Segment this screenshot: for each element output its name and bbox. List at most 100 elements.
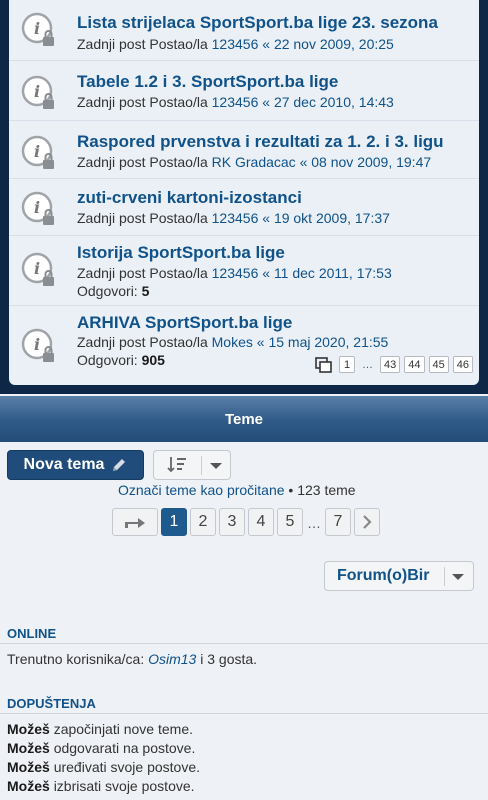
new-topic-button[interactable]: Nova tema xyxy=(7,450,144,480)
topic-last-post: Zadnji post Postao/la RK Gradacac « 08 n… xyxy=(77,154,431,170)
topic-page-44[interactable]: 44 xyxy=(404,356,425,373)
topic-title[interactable]: Istorija SportSport.ba lige xyxy=(77,243,285,263)
section-title: Teme xyxy=(224,410,264,428)
last-post-separator: « xyxy=(262,210,271,226)
last-post-author[interactable]: RK Gradacac xyxy=(212,154,296,170)
topic-page-46[interactable]: 46 xyxy=(452,356,473,373)
page-7[interactable]: 7 xyxy=(325,508,351,536)
last-post-date[interactable]: 11 dec 2011, 17:53 xyxy=(274,265,392,281)
last-post-date[interactable]: 19 okt 2009, 17:37 xyxy=(274,210,390,226)
topic-row: i Raspored prvenstva i rezultati za 1. 2… xyxy=(9,120,479,183)
last-post-date[interactable]: 22 nov 2009, 20:25 xyxy=(274,36,394,52)
last-post-author[interactable]: 123456 xyxy=(212,36,259,52)
online-prefix: Trenutno korisnika/ca: xyxy=(7,651,145,667)
last-post-label: Zadnji post Postao/la xyxy=(77,265,208,281)
topic-last-post: Zadnji post Postao/la 123456 « 11 dec 20… xyxy=(77,265,392,281)
chevron-down-icon xyxy=(452,574,464,580)
mark-topics-read-link[interactable]: Označi teme kao pročitane xyxy=(118,482,285,498)
topic-last-post: Zadnji post Postao/la Mokes « 15 maj 202… xyxy=(77,334,388,350)
permission-verb: Možeš xyxy=(7,721,50,737)
online-heading: ONLINE xyxy=(7,626,57,641)
online-user-link[interactable]: Osim13 xyxy=(148,651,196,667)
last-post-separator: « xyxy=(262,94,271,110)
next-page-button[interactable] xyxy=(354,508,380,536)
topic-title[interactable]: zuti-crveni kartoni-izostanci xyxy=(77,188,302,208)
jump-to-page-button[interactable] xyxy=(112,508,158,536)
forum-jump-divider xyxy=(444,567,445,586)
topic-row: i Tabele 1.2 i 3. SportSport.ba lige Zad… xyxy=(9,60,479,123)
pagination-ellipsis: … xyxy=(307,515,321,531)
sort-icon xyxy=(167,457,186,473)
sort-options-button[interactable] xyxy=(153,450,231,480)
page-4[interactable]: 4 xyxy=(248,508,274,536)
topic-locked-icon: i xyxy=(21,252,54,286)
svg-text:i: i xyxy=(34,142,40,161)
last-post-date[interactable]: 27 dec 2010, 14:43 xyxy=(274,94,394,110)
sort-divider xyxy=(201,456,202,475)
permissions-heading: DOPUŠTENJA xyxy=(7,696,96,711)
last-post-separator: « xyxy=(256,334,265,350)
svg-text:i: i xyxy=(34,259,40,278)
last-post-label: Zadnji post Postao/la xyxy=(77,154,208,170)
topic-title[interactable]: Lista strijelaca SportSport.ba lige 23. … xyxy=(77,13,438,33)
topic-list: i Lista strijelaca SportSport.ba lige 23… xyxy=(9,0,479,385)
last-post-author[interactable]: 123456 xyxy=(212,94,259,110)
permission-text: izbrisati svoje postove. xyxy=(53,778,195,794)
topic-page-1[interactable]: 1 xyxy=(339,356,355,373)
page-3[interactable]: 3 xyxy=(219,508,245,536)
chevron-right-icon xyxy=(363,515,372,529)
online-users: Trenutno korisnika/ca: Osim13 i 3 gosta. xyxy=(7,651,257,667)
topic-page-43[interactable]: 43 xyxy=(380,356,401,373)
permission-text: započinjati nove teme. xyxy=(53,721,193,737)
topic-row: i Lista strijelaca SportSport.ba lige 23… xyxy=(9,0,479,60)
page-2[interactable]: 2 xyxy=(190,508,216,536)
topic-title[interactable]: Raspored prvenstva i rezultati za 1. 2. … xyxy=(77,132,444,152)
topic-locked-icon: i xyxy=(21,75,54,109)
permission-item: Možeš uređivati svoje postove. xyxy=(7,759,200,775)
chevron-down-icon xyxy=(210,463,222,469)
permission-verb: Možeš xyxy=(7,778,50,794)
pencil-icon xyxy=(113,459,126,471)
svg-text:i: i xyxy=(34,198,40,217)
permission-text: uređivati svoje postove. xyxy=(53,759,200,775)
last-post-label: Zadnji post Postao/la xyxy=(77,334,208,350)
topic-title[interactable]: ARHIVA SportSport.ba lige xyxy=(77,313,292,333)
last-post-date[interactable]: 08 nov 2009, 19:47 xyxy=(311,154,431,170)
topic-row: i ARHIVA SportSport.ba lige Zadnji post … xyxy=(9,305,479,385)
permission-item: Možeš započinjati nove teme. xyxy=(7,721,193,737)
replies-label: Odgovori: xyxy=(77,352,138,368)
topic-locked-icon: i xyxy=(21,135,54,169)
last-post-author[interactable]: Mokes xyxy=(212,334,253,350)
last-post-author[interactable]: 123456 xyxy=(212,265,259,281)
topic-replies: Odgovori: 5 xyxy=(77,283,149,299)
topic-page-45[interactable]: 45 xyxy=(428,356,449,373)
mark-read-row: Označi teme kao pročitane • 123 teme xyxy=(118,482,356,498)
topic-last-post: Zadnji post Postao/la 123456 « 27 dec 20… xyxy=(77,94,394,110)
jump-arrow-icon xyxy=(125,518,145,528)
permission-verb: Možeš xyxy=(7,740,50,756)
topic-title[interactable]: Tabele 1.2 i 3. SportSport.ba lige xyxy=(77,72,338,92)
last-post-label: Zadnji post Postao/la xyxy=(77,210,208,226)
svg-text:i: i xyxy=(34,82,40,101)
last-post-date[interactable]: 15 maj 2020, 21:55 xyxy=(268,334,388,350)
permissions-divider xyxy=(0,713,488,714)
online-divider xyxy=(0,643,488,644)
page-1[interactable]: 1 xyxy=(161,508,187,536)
permission-verb: Možeš xyxy=(7,759,50,775)
section-header: Teme xyxy=(0,396,488,442)
last-post-author[interactable]: 123456 xyxy=(212,210,259,226)
last-post-separator: « xyxy=(299,154,308,170)
last-post-separator: « xyxy=(262,36,271,52)
last-post-separator: « xyxy=(262,265,271,281)
replies-label: Odgovori: xyxy=(77,283,138,299)
permission-item: Možeš izbrisati svoje postove. xyxy=(7,778,195,794)
svg-text:i: i xyxy=(34,335,40,354)
permission-text: odgovarati na postove. xyxy=(53,740,196,756)
topic-row: i zuti-crveni kartoni-izostanci Zadnji p… xyxy=(9,178,479,241)
forum-jump-button[interactable]: Forum(o)Bir xyxy=(324,561,474,591)
page-5[interactable]: 5 xyxy=(277,508,303,536)
topic-locked-icon: i xyxy=(21,12,54,46)
topic-row: i Istorija SportSport.ba lige Zadnji pos… xyxy=(9,235,479,306)
new-topic-label: Nova tema xyxy=(23,456,105,473)
topic-pagination: 1 … 43 44 45 46 xyxy=(315,356,473,373)
